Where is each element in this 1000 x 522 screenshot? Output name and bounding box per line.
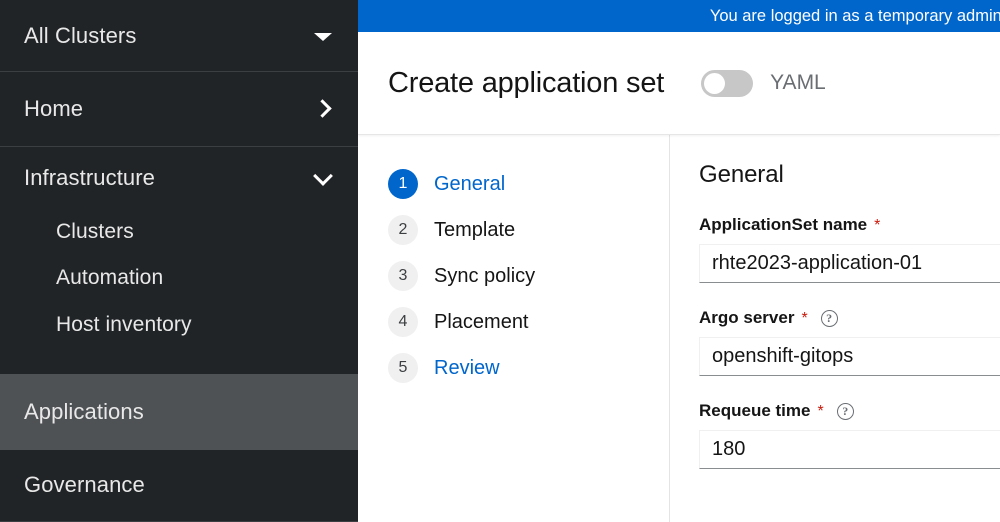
help-icon[interactable]: ? (820, 309, 838, 327)
sidebar-item-host-inventory[interactable]: Host inventory (0, 302, 358, 349)
sidebar-item-infrastructure[interactable]: Infrastructure (0, 147, 358, 209)
yaml-toggle-switch[interactable] (701, 69, 754, 97)
general-form-panel: General ApplicationSet name * rhte2023-a… (670, 135, 1000, 522)
step-number-badge: 5 (388, 353, 418, 383)
yaml-toggle-label: YAML (770, 71, 826, 94)
step-number-badge: 4 (388, 307, 418, 337)
sidebar-navigation: All Clusters Home Infrastructure Cluster… (0, 0, 358, 522)
cluster-selector[interactable]: All Clusters (0, 0, 358, 71)
wizard-step-nav: 1 General 2 Template 3 Sync policy 4 Pla… (358, 135, 670, 522)
step-label: Template (434, 218, 516, 241)
step-number-badge: 1 (388, 169, 418, 199)
field-label-row: ApplicationSet name * (699, 215, 1000, 235)
step-label: General (434, 172, 506, 195)
field-label-row: Requeue time * ? (699, 401, 1000, 421)
wizard-step-placement[interactable]: 4 Placement (358, 299, 669, 345)
chevron-down-icon (312, 167, 334, 189)
sidebar-item-clusters[interactable]: Clusters (0, 208, 358, 255)
field-argo-server: Argo server * ? openshift-gitops (699, 308, 1000, 376)
field-requeue-time: Requeue time * ? 180 (699, 401, 1000, 469)
wizard-step-review[interactable]: 5 Review (358, 345, 669, 391)
toggle-knob (704, 72, 726, 94)
sidebar-item-automation[interactable]: Automation (0, 255, 358, 302)
step-number-badge: 2 (388, 215, 418, 245)
step-number-badge: 3 (388, 261, 418, 291)
sidebar-item-label: Automation (56, 266, 164, 290)
page-title: Create application set (388, 66, 665, 99)
sidebar-item-applications[interactable]: Applications (0, 374, 358, 450)
sidebar-item-label: Applications (24, 398, 144, 424)
field-label: Requeue time (699, 401, 811, 420)
required-marker: * (801, 310, 808, 327)
main-content: You are logged in as a temporary adminis… (358, 0, 1000, 522)
field-applicationset-name: ApplicationSet name * rhte2023-applicati… (699, 215, 1000, 283)
argo-server-input[interactable]: openshift-gitops (699, 337, 1000, 376)
sidebar-item-home[interactable]: Home (0, 72, 358, 145)
applicationset-name-input[interactable]: rhte2023-application-01 (699, 244, 1000, 283)
sidebar-item-label: Clusters (56, 219, 134, 243)
temporary-admin-banner: You are logged in as a temporary adminis… (358, 0, 1000, 32)
field-label-row: Argo server * ? (699, 308, 1000, 328)
required-marker: * (874, 217, 881, 234)
wizard-body: 1 General 2 Template 3 Sync policy 4 Pla… (358, 135, 1000, 522)
application-window: All Clusters Home Infrastructure Cluster… (0, 0, 1000, 522)
step-label: Placement (434, 310, 529, 333)
wizard-step-template[interactable]: 2 Template (358, 207, 669, 253)
sidebar-item-label: Infrastructure (24, 164, 156, 190)
sidebar-item-label: Home (24, 96, 84, 122)
wizard-step-general[interactable]: 1 General (358, 161, 669, 207)
required-marker: * (817, 403, 824, 420)
caret-down-icon (312, 25, 334, 47)
banner-text: You are logged in as a temporary adminis… (709, 6, 1000, 25)
chevron-right-icon (312, 98, 334, 120)
field-label: Argo server (699, 308, 795, 327)
step-label: Sync policy (434, 264, 536, 287)
sidebar-item-label: Host inventory (56, 312, 192, 336)
field-label: ApplicationSet name (699, 215, 868, 234)
sidebar-item-label: Governance (24, 472, 145, 498)
yaml-toggle-group[interactable]: YAML (701, 69, 826, 97)
wizard-step-sync-policy[interactable]: 3 Sync policy (358, 253, 669, 299)
help-icon[interactable]: ? (836, 402, 854, 420)
cluster-selector-label: All Clusters (24, 22, 137, 48)
page-header: Create application set YAML (358, 32, 1000, 135)
requeue-time-input[interactable]: 180 (699, 430, 1000, 469)
sidebar-item-governance[interactable]: Governance (0, 450, 358, 521)
form-section-title: General (699, 161, 784, 188)
step-label: Review (434, 356, 500, 379)
